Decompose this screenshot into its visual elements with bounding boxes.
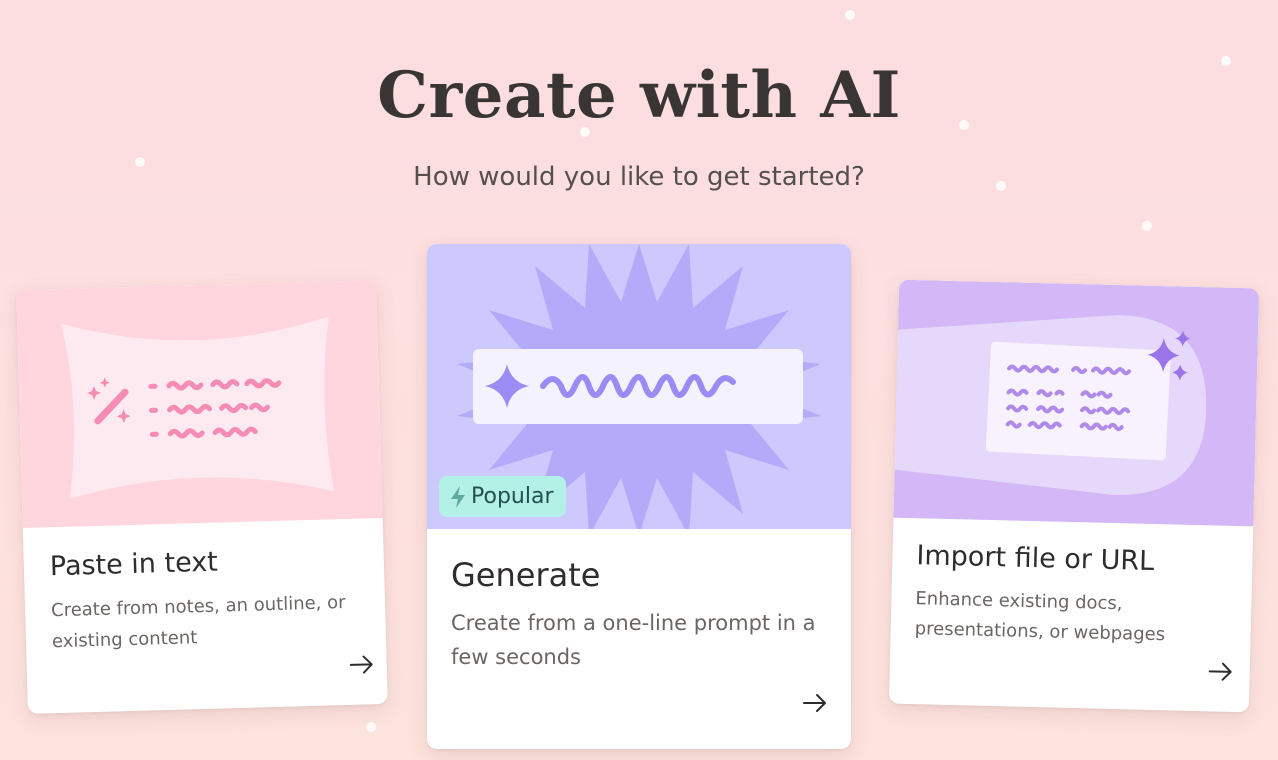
import-file-or-url-card[interactable]: Import file or URL Enhance existing docs… — [888, 279, 1260, 713]
import-illustration — [893, 279, 1260, 527]
page-subtitle: How would you like to get started? — [413, 162, 865, 192]
card-description: Create from a one-line prompt in a few s… — [451, 611, 816, 669]
arrow-right-icon — [349, 655, 373, 674]
card-description: Enhance existing docs, presentations, or… — [914, 588, 1166, 646]
lightning-icon — [451, 485, 465, 508]
card-title: Generate — [451, 556, 601, 594]
background-sparkle — [845, 10, 855, 20]
popular-badge: Popular — [439, 476, 566, 517]
background-sparkle — [1142, 221, 1152, 231]
card-title: Import file or URL — [916, 540, 1155, 577]
page-title: Create with AI — [377, 58, 901, 133]
generate-card[interactable]: Popular Generate Create from a one-line … — [427, 244, 851, 749]
background-sparkle — [366, 722, 376, 732]
arrow-right-icon — [803, 694, 826, 712]
card-description: Create from notes, an outline, or existi… — [50, 592, 346, 653]
paste-illustration — [16, 280, 383, 529]
arrow-right-icon — [1208, 662, 1232, 681]
badge-label: Popular — [471, 484, 554, 509]
paste-in-text-card[interactable]: Paste in text Create from notes, an outl… — [16, 280, 388, 714]
card-title: Paste in text — [49, 546, 219, 583]
